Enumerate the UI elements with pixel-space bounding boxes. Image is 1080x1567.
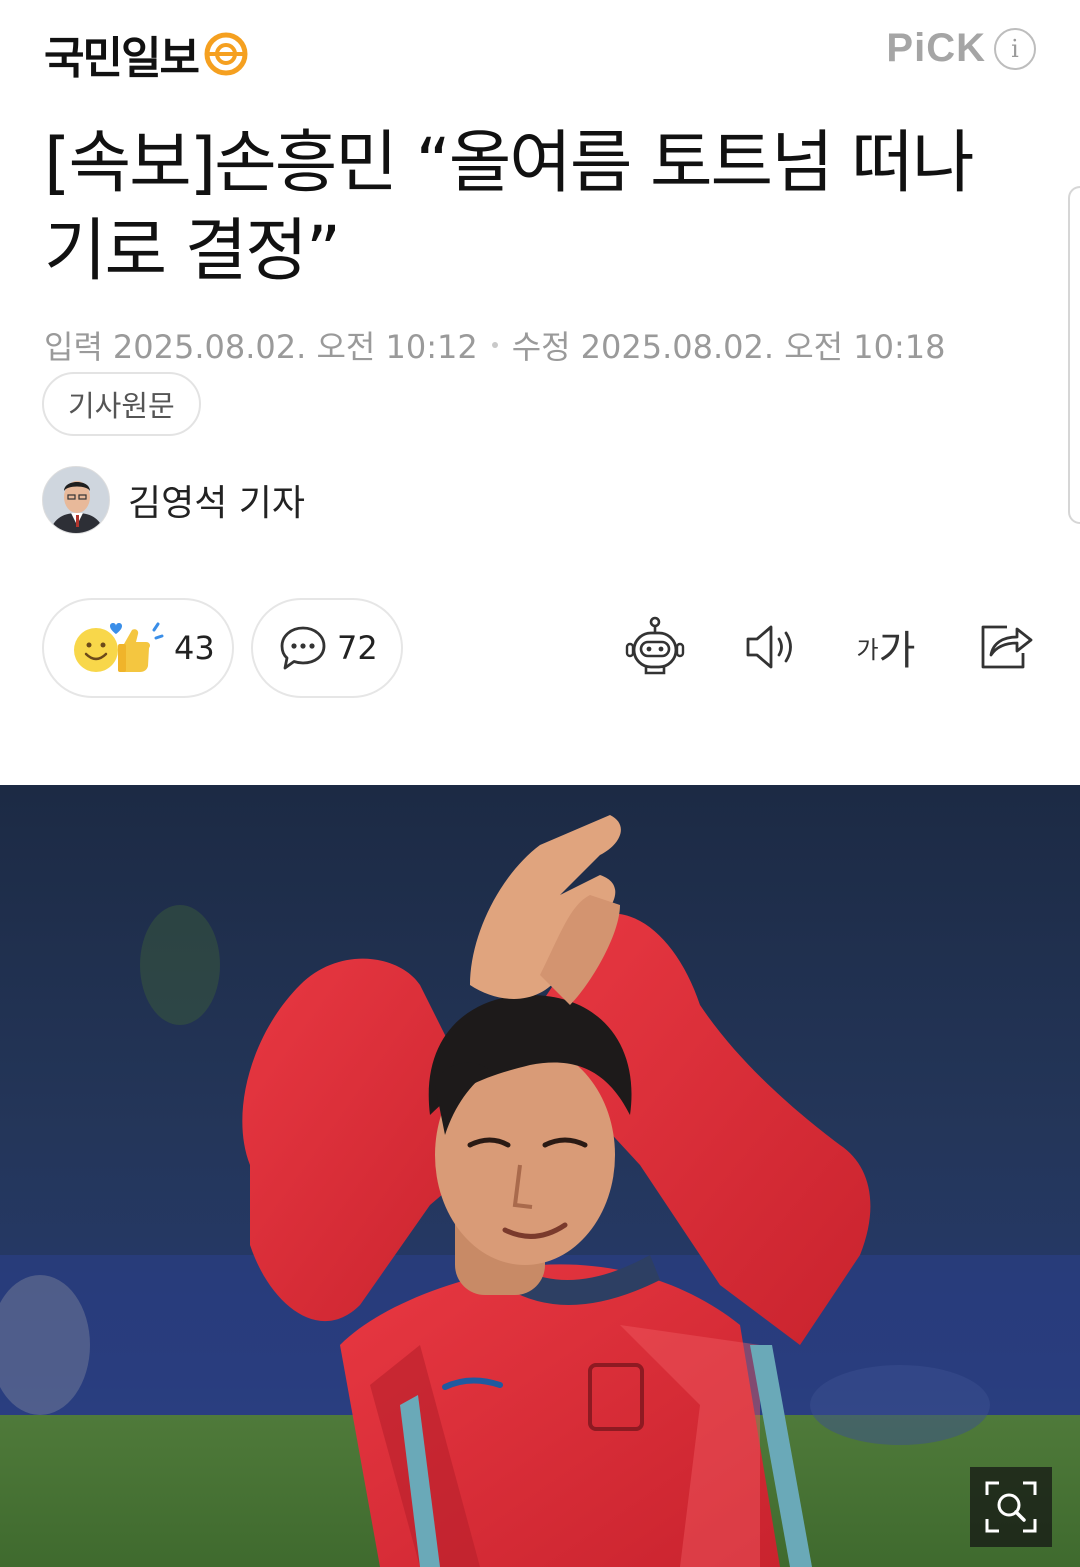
font-size-button[interactable]: 가 가: [852, 612, 920, 682]
zoom-photo-button[interactable]: [970, 1467, 1052, 1547]
pick-label: PiCK: [886, 26, 986, 70]
press-logo-mark-icon: [204, 32, 248, 76]
article-dates: 입력 2025.08.02. 오전 10:12 수정 2025.08.02. 오…: [44, 322, 945, 368]
press-logo-text: 국민일보: [44, 33, 200, 84]
press-logo[interactable]: 국민일보: [44, 22, 248, 86]
speaker-icon: [746, 625, 792, 669]
article-photo[interactable]: [0, 785, 1080, 1567]
comment-count: 72: [337, 629, 378, 667]
font-size-big-label: 가: [878, 628, 916, 674]
comment-button[interactable]: 72: [251, 598, 403, 698]
zoom-magnifier-icon: [985, 1481, 1037, 1533]
original-article-button[interactable]: 기사원문: [42, 372, 201, 436]
top-header: 국민일보 PiCK i: [0, 0, 1080, 100]
text-to-speech-button[interactable]: [740, 612, 802, 682]
published-datetime: 2025.08.02. 오전 10:12: [112, 328, 478, 366]
side-panel-handle[interactable]: [1068, 186, 1080, 524]
reaction-button[interactable]: 43: [42, 598, 234, 698]
share-button[interactable]: [974, 612, 1036, 682]
separator-dot: [491, 342, 498, 348]
published-label: 입력: [44, 328, 103, 366]
article-photo-image: [0, 785, 1080, 1567]
comment-icon: [280, 626, 326, 670]
author-byline[interactable]: 김영석 기자: [42, 466, 305, 534]
info-icon[interactable]: i: [994, 27, 1036, 70]
smile-thumbs-up-icon: [74, 622, 164, 672]
article-headline: [속보]손흥민 “올여름 토트넘 떠나기로 결정”: [44, 124, 974, 291]
share-icon: [981, 625, 1033, 669]
modified-datetime: 2025.08.02. 오전 10:18: [580, 328, 946, 366]
author-name: 김영석 기자: [128, 483, 306, 524]
author-avatar: [42, 466, 110, 534]
reaction-count: 43: [174, 629, 215, 667]
author-portrait-icon: [43, 467, 109, 533]
modified-label: 수정: [511, 328, 571, 366]
pick-badge[interactable]: PiCK i: [886, 26, 1036, 71]
font-size-small-label: 가: [856, 635, 879, 664]
robot-summary-icon: [625, 616, 685, 675]
summary-bot-button[interactable]: [622, 612, 688, 682]
